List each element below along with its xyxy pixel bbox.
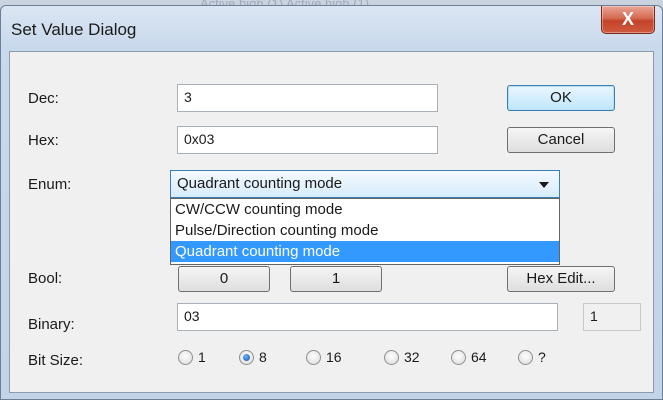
bitsize-radio-1[interactable]: 1 [178,349,206,365]
bool-false-button[interactable]: 0 [178,266,270,292]
radio-circle [384,349,399,365]
radio-label: ? [538,349,546,365]
hex-label: Hex: [28,132,59,149]
set-value-dialog: Set Value Dialog X Dec: 3 Hex: 0x03 OK C… [0,5,663,400]
dec-label: Dec: [28,90,59,107]
dec-input[interactable]: 3 [177,84,438,112]
enum-option-pulse-direction[interactable]: Pulse/Direction counting mode [171,220,559,241]
radio-label: 8 [259,349,267,365]
radio-circle-checked [239,349,254,365]
close-icon: X [621,9,634,29]
title-bar[interactable]: Set Value Dialog X [1,6,662,50]
enum-dropdown-list: CW/CCW counting mode Pulse/Direction cou… [170,198,560,265]
bitsize-radio-64[interactable]: 64 [451,349,487,365]
ok-button[interactable]: OK [507,85,615,111]
bitsize-radio-16[interactable]: 16 [306,349,342,365]
radio-dot [243,353,250,361]
radio-label: 64 [471,349,487,365]
bitsize-radio-8[interactable]: 8 [239,349,267,365]
chevron-down-icon[interactable] [539,182,549,188]
bool-true-button[interactable]: 1 [290,266,382,292]
dialog-body: Dec: 3 Hex: 0x03 OK Cancel Enum: Bool: 0… [9,51,654,393]
radio-label: 16 [326,349,342,365]
bitsize-radio-32[interactable]: 32 [384,349,420,365]
radio-circle [451,349,466,365]
hex-input[interactable]: 0x03 [177,126,438,154]
enum-selected-value: Quadrant counting mode [177,175,343,192]
binary-label: Binary: [28,316,75,333]
close-button[interactable]: X [601,6,655,34]
dialog-title: Set Value Dialog [11,20,137,39]
radio-circle [178,349,193,365]
enum-option-cwccw[interactable]: CW/CCW counting mode [171,199,559,220]
radio-label: 1 [198,349,206,365]
binary-input[interactable]: 03 [177,303,558,331]
radio-label: 32 [404,349,420,365]
radio-circle [306,349,321,365]
bool-label: Bool: [28,270,63,287]
enum-select[interactable]: Quadrant counting mode [170,170,560,198]
enum-option-quadrant[interactable]: Quadrant counting mode [171,241,559,262]
hex-edit-button[interactable]: Hex Edit... [507,266,615,292]
bitsize-radio-unknown[interactable]: ? [518,349,546,365]
radio-circle [518,349,533,365]
enum-label: Enum: [28,176,72,193]
cancel-button[interactable]: Cancel [507,127,615,153]
binary-count-field: 1 [583,303,641,331]
bitsize-label: Bit Size: [28,352,84,369]
